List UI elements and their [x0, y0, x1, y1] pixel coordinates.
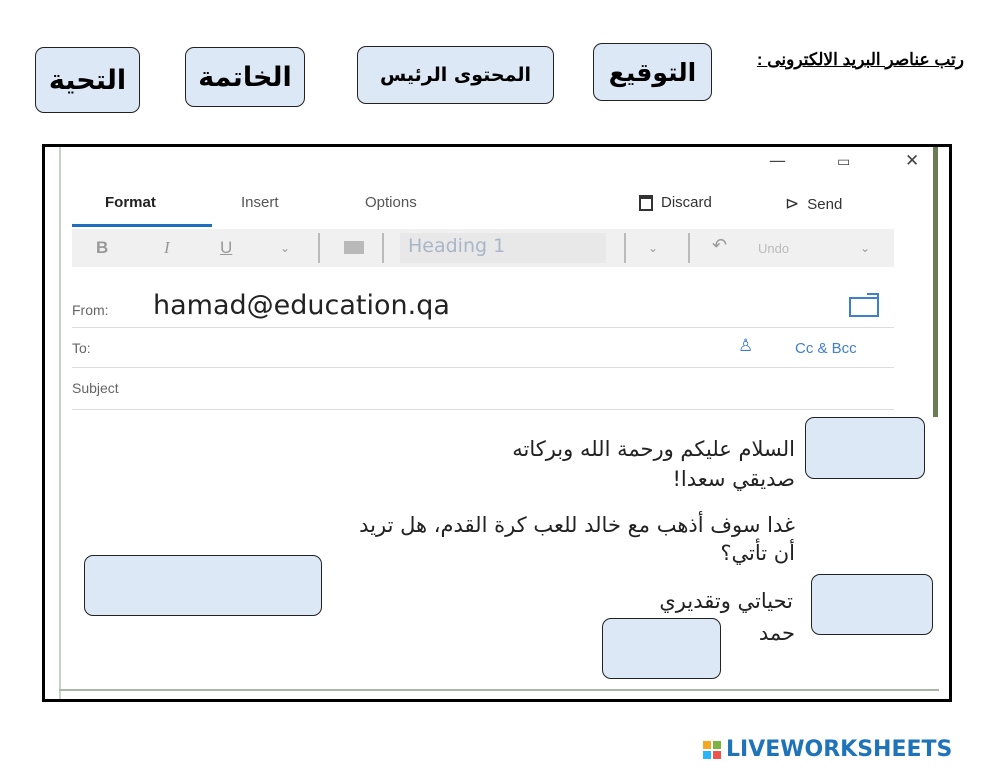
discard-button[interactable]: Discard [639, 194, 712, 211]
toolbar-divider [382, 233, 384, 263]
send-button[interactable]: ⊳ Send [785, 194, 842, 214]
cc-bcc-link[interactable]: Cc & Bcc [795, 340, 857, 357]
tab-format[interactable]: Format [105, 194, 156, 211]
send-icon: ⊳ [785, 194, 800, 213]
chip-main-content[interactable]: المحتوى الرئيس [357, 46, 554, 104]
chip-greeting[interactable]: التحية [35, 47, 140, 113]
field-divider [72, 367, 894, 368]
tab-insert[interactable]: Insert [241, 194, 279, 211]
greeting-text: السلام عليكم ورحمة الله وبركاته [512, 437, 795, 461]
scrollbar[interactable] [933, 147, 938, 417]
format-toolbar: B I U ⌄ Heading 1 ⌄ ↶ Undo ⌄ [72, 229, 894, 267]
tab-options[interactable]: Options [365, 194, 417, 211]
undo-button[interactable]: Undo [758, 241, 789, 256]
paragraph-style-icon[interactable] [344, 241, 364, 254]
chip-closing[interactable]: الخاتمة [185, 47, 305, 107]
drop-zone-signature[interactable] [602, 618, 721, 679]
mail-icon[interactable] [849, 293, 879, 317]
drop-zone-main-content[interactable] [84, 555, 322, 616]
closing-text: تحياتي وتقديري [659, 589, 793, 613]
chip-signature[interactable]: التوقيع [593, 43, 712, 101]
main-content-text: غدا سوف أذهب مع خالد للعب كرة القدم، هل … [359, 513, 795, 537]
chevron-down-icon[interactable]: ⌄ [280, 241, 290, 255]
window-bottom-line [59, 689, 939, 691]
drop-zone-greeting[interactable] [805, 417, 925, 479]
chevron-down-icon[interactable]: ⌄ [860, 241, 870, 255]
minimize-icon[interactable]: — [769, 151, 786, 171]
trash-icon [639, 194, 653, 211]
drop-zone-closing[interactable] [811, 574, 933, 635]
to-field[interactable]: To: [72, 340, 91, 356]
main-content-text: أن تأتي؟ [720, 541, 795, 565]
toolbar-divider [624, 233, 626, 263]
send-label: Send [807, 195, 843, 213]
toolbar-divider [318, 233, 320, 263]
discard-label: Discard [661, 194, 712, 211]
style-select[interactable]: Heading 1 [400, 233, 606, 263]
field-divider [72, 327, 894, 328]
italic-button[interactable]: I [164, 238, 170, 258]
person-icon[interactable]: ♙ [738, 336, 753, 356]
toolbar-divider [688, 233, 690, 263]
underline-button[interactable]: U [220, 238, 232, 258]
subject-field[interactable]: Subject [72, 380, 119, 396]
email-compose-window: — ▭ ✕ Format Insert Options Discard ⊳ Se… [42, 144, 952, 702]
chevron-down-icon[interactable]: ⌄ [648, 241, 658, 255]
maximize-icon[interactable]: ▭ [837, 154, 850, 170]
from-field[interactable]: hamad@education.qa [153, 290, 450, 321]
greeting-text: صديقي سعدا! [672, 467, 795, 491]
window-edge-line [59, 147, 61, 699]
active-tab-indicator [72, 224, 212, 227]
undo-icon[interactable]: ↶ [712, 235, 727, 256]
from-label: From: [72, 302, 109, 318]
bold-button[interactable]: B [96, 238, 108, 258]
instruction-text: رتب عناصر البريد الالكترونى : [756, 50, 964, 69]
liveworksheets-logo: LIVEWORKSHEETS [703, 737, 952, 762]
brand-logo-icon [703, 740, 721, 759]
close-icon[interactable]: ✕ [905, 151, 919, 171]
brand-name: LIVEWORKSHEETS [726, 737, 953, 762]
field-divider [72, 409, 894, 410]
